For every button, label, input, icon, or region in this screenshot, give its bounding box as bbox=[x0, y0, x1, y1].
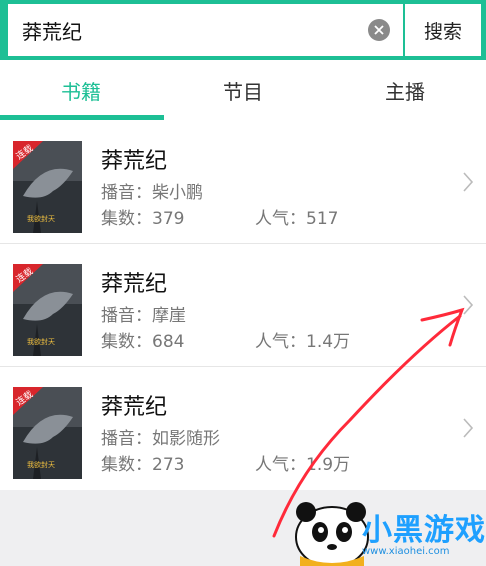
item-title: 莽荒纪 bbox=[101, 395, 168, 420]
search-input[interactable] bbox=[22, 12, 352, 48]
result-list: 连载 我欲封天 莽荒纪 播音：柴小鹏 集数：379 人气：517 连载 我欲封天… bbox=[0, 121, 486, 490]
cover-text: 我欲封天 bbox=[27, 214, 55, 223]
book-cover: 连载 我欲封天 bbox=[13, 141, 82, 233]
tab-hosts[interactable]: 主播 bbox=[324, 60, 486, 121]
cover-text: 我欲封天 bbox=[27, 460, 55, 469]
search-box bbox=[8, 4, 403, 56]
chevron-right-icon bbox=[463, 172, 474, 192]
book-cover: 连载 我欲封天 bbox=[13, 264, 82, 356]
watermark-url: www.xiaohei.com bbox=[362, 546, 450, 557]
popularity: 人气：517 bbox=[255, 209, 339, 229]
host-line: 播音：如影随形 bbox=[101, 429, 220, 449]
list-item[interactable]: 连载 我欲封天 莽荒纪 播音：摩崖 集数：684 人气：1.4万 bbox=[0, 244, 486, 367]
book-cover: 连载 我欲封天 bbox=[13, 387, 82, 479]
tab-underline bbox=[0, 115, 164, 120]
item-title: 莽荒纪 bbox=[101, 149, 168, 174]
panda-icon bbox=[295, 502, 369, 566]
list-item[interactable]: 连载 我欲封天 莽荒纪 播音：如影随形 集数：273 人气：1.9万 bbox=[0, 367, 486, 490]
search-bar: 搜索 bbox=[0, 0, 486, 60]
watermark-text: 小黑游戏 bbox=[362, 513, 486, 548]
item-title: 莽荒纪 bbox=[101, 272, 168, 297]
host-line: 播音：摩崖 bbox=[101, 306, 186, 326]
episode-count: 集数：684 bbox=[101, 332, 185, 352]
popularity: 人气：1.4万 bbox=[255, 332, 351, 352]
episode-count: 集数：379 bbox=[101, 209, 185, 229]
search-button[interactable]: 搜索 bbox=[405, 4, 481, 56]
episode-count: 集数：273 bbox=[101, 455, 185, 475]
popularity: 人气：1.9万 bbox=[255, 455, 351, 475]
list-item[interactable]: 连载 我欲封天 莽荒纪 播音：柴小鹏 集数：379 人气：517 bbox=[0, 121, 486, 244]
tab-books[interactable]: 书籍 bbox=[0, 60, 162, 121]
host-line: 播音：柴小鹏 bbox=[101, 183, 203, 203]
clear-icon[interactable] bbox=[368, 19, 390, 41]
tab-programs[interactable]: 节目 bbox=[162, 60, 324, 121]
tab-bar: 书籍 节目 主播 bbox=[0, 60, 486, 121]
chevron-right-icon bbox=[463, 295, 474, 315]
chevron-right-icon bbox=[463, 418, 474, 438]
cover-text: 我欲封天 bbox=[27, 337, 55, 346]
